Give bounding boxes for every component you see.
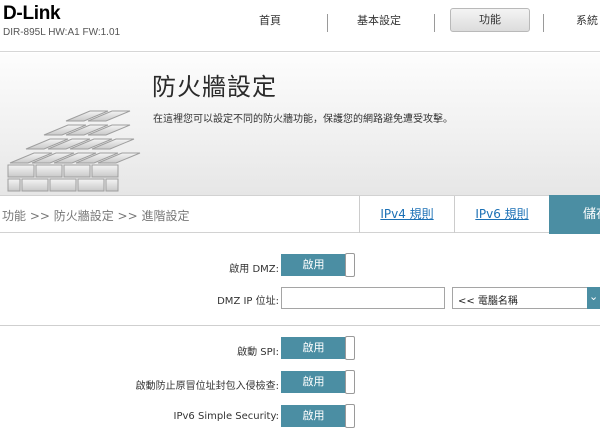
toggle-knob (345, 253, 355, 277)
nav-system[interactable]: 系統 (576, 14, 598, 28)
toggle-state: 啟用 (281, 254, 346, 276)
toggle-knob (345, 404, 355, 428)
anti-spoof-toggle[interactable]: 啟用 (281, 370, 355, 394)
chevron-down-icon: ⌄ (589, 290, 599, 303)
computer-name-select[interactable]: << 電腦名稱 ⌄ (452, 287, 600, 309)
enable-dmz-label: 啟用 DMZ: (229, 264, 279, 275)
save-button[interactable]: 儲存 (549, 195, 600, 234)
tab-ipv4-rules[interactable]: IPv4 規則 (359, 196, 454, 233)
model-info: DIR-895L HW:A1 FW:1.01 (3, 27, 121, 38)
section-divider (0, 325, 600, 326)
ipv6-simple-security-label: IPv6 Simple Security: (173, 411, 279, 422)
select-value: << 電腦名稱 (458, 296, 518, 307)
dmz-ip-label: DMZ IP 位址: (217, 296, 279, 307)
toggle-knob (345, 370, 355, 394)
toggle-state: 啟用 (281, 405, 346, 427)
spi-toggle[interactable]: 啟用 (281, 336, 355, 360)
page-title: 防火牆設定 (152, 73, 277, 101)
top-header: D-Link DIR-895L HW:A1 FW:1.01 首頁 基本設定 功能… (0, 0, 600, 52)
enable-dmz-toggle[interactable]: 啟用 (281, 253, 355, 277)
nav-features[interactable]: 功能 (450, 8, 530, 32)
brick-wall-icon (7, 110, 141, 192)
tab-ipv6-rules[interactable]: IPv6 規則 (454, 196, 549, 233)
dmz-ip-input[interactable] (281, 287, 445, 309)
anti-spoof-label: 啟動防止原冒位址封包入侵檢查: (135, 381, 279, 392)
nav-separator (434, 14, 435, 32)
toggle-state: 啟用 (281, 337, 346, 359)
nav-separator (327, 14, 328, 32)
select-dropdown-button[interactable]: ⌄ (587, 287, 600, 309)
spi-label: 啟動 SPI: (237, 347, 279, 358)
nav-home[interactable]: 首頁 (259, 14, 281, 28)
nav-basic-settings[interactable]: 基本設定 (357, 14, 401, 28)
page-banner: 防火牆設定 在這裡您可以設定不同的防火牆功能，保護您的網路避免遭受攻擊。 (0, 53, 600, 195)
breadcrumb: 功能 >> 防火牆設定 >> 進階設定 (2, 209, 190, 223)
nav-separator (543, 14, 544, 32)
dlink-logo: D-Link (3, 3, 61, 24)
toggle-state: 啟用 (281, 371, 346, 393)
breadcrumb-bar: 功能 >> 防火牆設定 >> 進階設定 IPv4 規則 IPv6 規則 儲存 (0, 195, 600, 234)
page-description: 在這裡您可以設定不同的防火牆功能，保護您的網路避免遭受攻擊。 (153, 114, 453, 125)
toggle-knob (345, 336, 355, 360)
ipv6-simple-security-toggle[interactable]: 啟用 (281, 404, 355, 428)
